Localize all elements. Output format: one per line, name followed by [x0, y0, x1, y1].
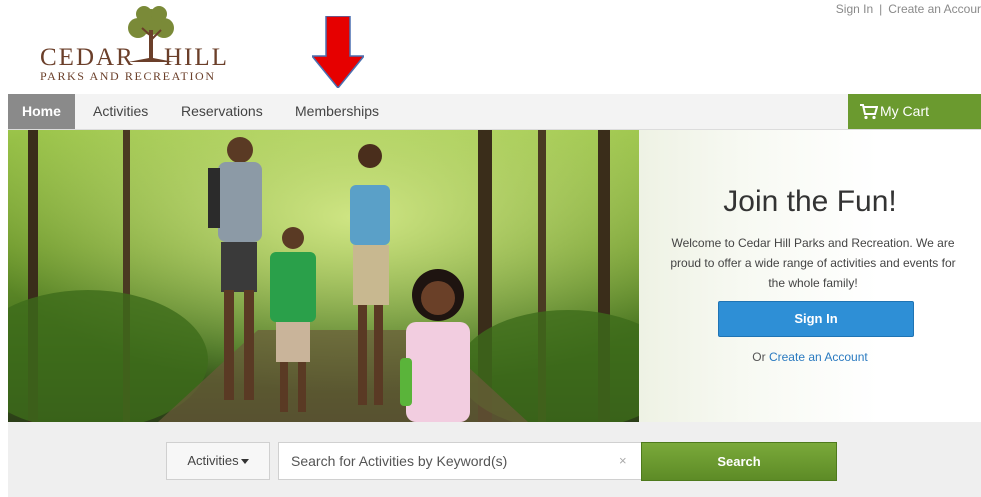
- logo-subtitle: PARKS AND RECREATION: [40, 69, 216, 83]
- cart-label: My Cart: [880, 103, 929, 119]
- create-account-link[interactable]: Create an Account: [769, 350, 868, 364]
- down-arrow-icon: [312, 16, 364, 88]
- nav-reservations[interactable]: Reservations: [181, 94, 263, 129]
- nav-memberships[interactable]: Memberships: [295, 94, 379, 129]
- caret-down-icon: [240, 459, 249, 465]
- search-button[interactable]: Search: [641, 442, 837, 481]
- account-links: Sign In | Create an Accour: [836, 2, 981, 16]
- family-hiking-photo: [8, 130, 639, 422]
- nav-activities[interactable]: Activities: [93, 94, 148, 129]
- shopping-cart-icon: [860, 104, 878, 120]
- category-label: Activities: [187, 453, 239, 468]
- nav-home[interactable]: Home: [8, 94, 75, 129]
- hero-title: Join the Fun!: [723, 185, 897, 218]
- logo-word-right: HILL: [164, 44, 229, 71]
- top-create-account-link[interactable]: Create an Accour: [888, 2, 981, 16]
- keyword-search-input[interactable]: [278, 442, 642, 480]
- category-dropdown[interactable]: Activities: [166, 442, 270, 480]
- sign-in-button[interactable]: Sign In: [718, 301, 914, 337]
- hero-image: [8, 130, 639, 422]
- welcome-panel: Join the Fun! Welcome to Cedar Hill Park…: [639, 130, 981, 422]
- top-sign-in-link[interactable]: Sign In: [836, 2, 873, 16]
- my-cart-button[interactable]: My Cart: [848, 94, 981, 129]
- clear-icon[interactable]: ×: [619, 453, 627, 468]
- create-account-line: Or Create an Account: [639, 350, 981, 364]
- search-bar: Activities × Search: [8, 422, 981, 497]
- logo-word-left: CEDAR: [40, 44, 135, 71]
- main-nav: Home Activities Reservations Memberships…: [8, 94, 981, 130]
- hero-welcome-text: Welcome to Cedar Hill Parks and Recreati…: [670, 236, 956, 290]
- or-text: Or: [752, 350, 766, 364]
- site-logo[interactable]: CEDAR HILL PARKS AND RECREATION: [38, 6, 238, 84]
- link-separator: |: [879, 2, 883, 16]
